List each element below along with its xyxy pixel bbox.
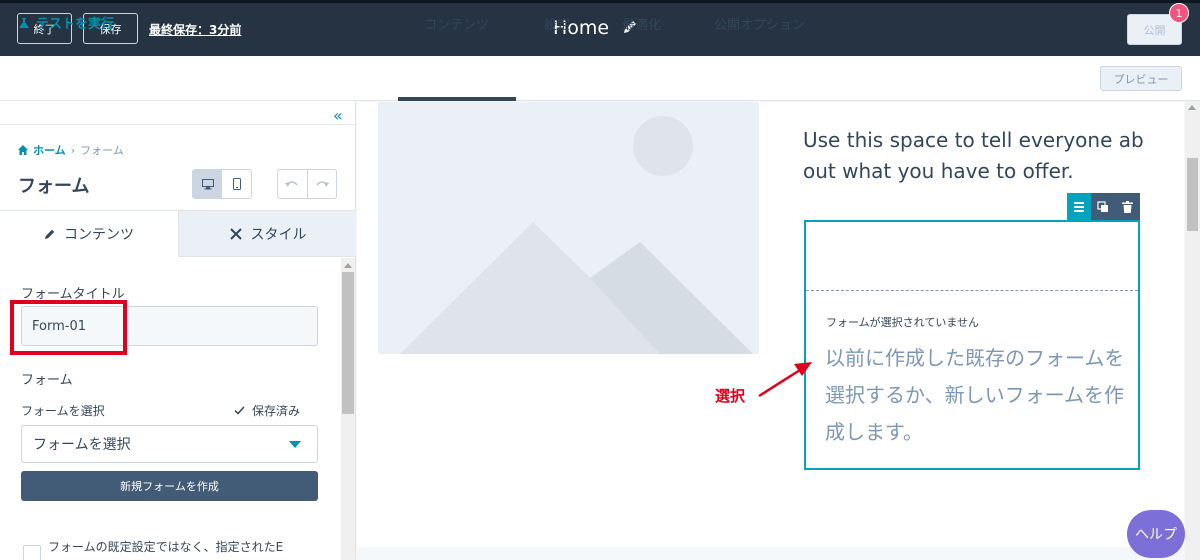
breadcrumb: ホーム › フォーム: [18, 142, 124, 158]
device-toggle: [192, 169, 252, 199]
clone-icon: [1097, 200, 1108, 212]
mobile-icon: [232, 178, 241, 190]
panel-tab-content-label: コンテンツ: [64, 227, 134, 243]
caret-down-icon: [289, 441, 301, 448]
module-edit-button[interactable]: [1067, 193, 1091, 220]
run-test-link[interactable]: テストを実行: [18, 13, 114, 32]
tab-settings[interactable]: 設定: [544, 14, 570, 33]
last-saved-link[interactable]: 最終保存：3分前: [149, 21, 241, 38]
form-select-dropdown[interactable]: フォームを選択: [21, 425, 318, 463]
editor-sub-bar: [0, 56, 1200, 101]
tab-optimize[interactable]: 最適化: [622, 14, 661, 33]
home-icon: [18, 145, 28, 155]
undo-button[interactable]: [278, 170, 307, 198]
flask-icon: [19, 17, 29, 28]
annotation-arrow-icon: [758, 362, 812, 398]
annotation-highlight-box: [10, 300, 127, 355]
scroll-up-arrow-icon[interactable]: [344, 263, 352, 268]
breadcrumb-separator: ›: [70, 143, 76, 157]
module-delete-button[interactable]: [1115, 193, 1140, 220]
top-edge: [0, 0, 1200, 3]
form-placeholder-message: 以前に作成した既存のフォームを選択するか、新しいフォームを作成します。: [825, 346, 1125, 444]
select-form-label: フォームを選択: [21, 404, 105, 418]
scroll-up-arrow-icon[interactable]: [1188, 105, 1196, 110]
image-placeholder-icon: [378, 102, 759, 354]
saved-status: 保存済み: [234, 402, 300, 419]
mobile-view-button[interactable]: [222, 170, 251, 198]
panel-tab-style[interactable]: スタイル: [178, 211, 356, 257]
help-button[interactable]: ヘルプ: [1127, 510, 1185, 558]
undo-icon: [285, 181, 299, 187]
breadcrumb-current: フォーム: [80, 144, 124, 157]
create-new-form-button[interactable]: 新規フォームを作成: [21, 471, 318, 501]
desktop-view-button[interactable]: [193, 170, 222, 198]
email-settings-checkbox[interactable]: [23, 545, 41, 560]
redo-icon: [316, 181, 329, 187]
panel-scrollbar-thumb[interactable]: [342, 272, 354, 414]
check-icon: [234, 406, 245, 415]
module-toolbar: [1067, 193, 1140, 220]
run-test-label: テストを実行: [36, 17, 115, 32]
email-settings-checkbox-label: フォームの既定設定ではなく、指定されたE: [48, 540, 284, 554]
preview-scrollbar-thumb[interactable]: [1187, 158, 1198, 231]
panel-tabs: コンテンツ スタイル: [0, 210, 356, 257]
hero-text[interactable]: Use this space to tell everyone about wh…: [803, 125, 1148, 187]
trash-icon: [1122, 200, 1133, 213]
annotation-label: 選択: [715, 387, 746, 405]
form-module-divider: [806, 290, 1138, 291]
notification-badge: 1: [1169, 3, 1189, 23]
tab-content[interactable]: コンテンツ: [424, 14, 489, 33]
list-icon: [1074, 201, 1084, 212]
pencil-icon: [45, 229, 55, 239]
no-form-selected-note: フォームが選択されていません: [826, 316, 980, 329]
panel-title: フォーム: [18, 176, 90, 197]
panel-tab-content[interactable]: コンテンツ: [0, 211, 178, 257]
panel-divider: [0, 124, 356, 125]
tools-icon: [229, 227, 242, 240]
form-select-value: フォームを選択: [33, 437, 131, 453]
undo-redo-group: [277, 169, 337, 199]
breadcrumb-home-link[interactable]: ホーム: [33, 142, 66, 158]
redo-button[interactable]: [306, 170, 336, 198]
collapse-panel-icon[interactable]: «: [333, 106, 343, 125]
preview-button[interactable]: プレビュー: [1100, 66, 1182, 91]
desktop-icon: [201, 178, 214, 189]
placeholder-image[interactable]: [378, 102, 759, 354]
panel-tab-style-label: スタイル: [250, 226, 307, 243]
tab-publish-options[interactable]: 公開オプション: [714, 14, 805, 33]
form-section-label: フォーム: [21, 373, 73, 388]
module-clone-button[interactable]: [1091, 193, 1115, 220]
saved-status-label: 保存済み: [252, 404, 301, 418]
